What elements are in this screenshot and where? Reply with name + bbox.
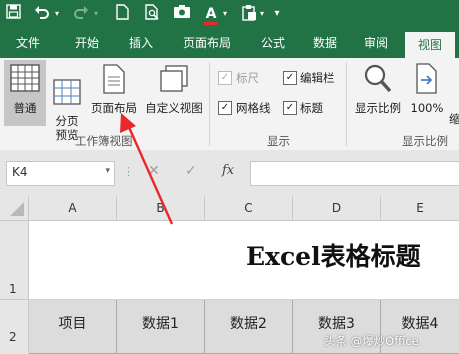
page-layout-view-icon <box>103 64 125 94</box>
tab-formulas[interactable]: 公式 <box>250 29 296 58</box>
tab-page-layout[interactable]: 页面布局 <box>176 29 238 58</box>
gridlines-checkbox[interactable]: ✓ <box>218 101 232 115</box>
page-layout-view-button[interactable]: 页面布局 <box>88 60 140 126</box>
page-break-preview-icon <box>53 79 81 105</box>
header-cell[interactable]: 数据1 <box>117 300 205 354</box>
group-label-zoom: 显示比例 <box>402 134 448 148</box>
new-document-icon[interactable] <box>114 4 130 24</box>
page-layout-view-label: 页面布局 <box>91 101 137 115</box>
redo-icon <box>72 4 90 24</box>
tab-data[interactable]: 数据 <box>302 29 348 58</box>
header-cell[interactable]: 数据2 <box>205 300 293 354</box>
headings-checkbox[interactable]: ✓ <box>283 101 297 115</box>
zoom-100-label: 100% <box>410 101 444 115</box>
row-number: 2 <box>9 330 17 344</box>
zoom-label: 显示比例 <box>355 101 401 115</box>
paste-dropdown-icon[interactable]: ▾ <box>258 4 266 24</box>
font-color-bar <box>204 22 218 25</box>
font-color-letter: A <box>205 6 217 22</box>
custom-views-button[interactable]: 自定义视图 <box>142 60 206 126</box>
zoom-100-icon <box>416 63 437 94</box>
column-header-e[interactable]: E <box>381 196 459 221</box>
row-number: 1 <box>9 282 17 296</box>
redo-dropdown-icon: ▾ <box>93 9 98 18</box>
formula-bar-label: 编辑栏 <box>300 71 335 85</box>
cancel-icon[interactable]: ✕ <box>148 163 160 179</box>
normal-view-label: 普通 <box>13 101 37 115</box>
enter-icon[interactable]: ✓ <box>185 163 197 179</box>
tab-home[interactable]: 开始 <box>64 29 110 58</box>
row-header-2[interactable]: 2 <box>0 300 29 353</box>
column-header-b[interactable]: B <box>117 196 205 221</box>
tab-view[interactable]: 视图 <box>405 32 455 58</box>
quick-access-toolbar: ▾ ▾ A ▾ ▾ ▾ <box>0 0 459 29</box>
group-label-show: 显示 <box>267 134 290 148</box>
print-preview-icon[interactable] <box>143 4 161 24</box>
tab-insert[interactable]: 插入 <box>118 29 164 58</box>
name-box-value: K4 <box>12 165 28 179</box>
font-color-icon[interactable]: A <box>204 4 218 25</box>
tab-review[interactable]: 审阅 <box>353 29 399 58</box>
name-box[interactable]: K4 ▾ <box>6 161 115 186</box>
ribbon-tabs: 文件 开始 插入 页面布局 公式 数据 审阅 视图 <box>0 29 459 58</box>
font-color-dropdown-icon[interactable]: ▾ <box>221 4 229 24</box>
column-header-c[interactable]: C <box>205 196 293 221</box>
zoom-to-selection-button[interactable]: 缩 选 <box>449 60 459 126</box>
watermark-text: 头条 @爆炒Office <box>324 334 419 348</box>
group-label-workbook-views: 工作簿视图 <box>75 134 133 148</box>
ribbon-separator <box>346 62 347 146</box>
name-box-dropdown-icon[interactable]: ▾ <box>105 166 110 176</box>
ribbon-view: 普通 分页 预览 页面布局 自定义视图 工作簿视图 ✓ 标尺 ✓ 编辑栏 ✓ 网… <box>0 58 459 151</box>
undo-dropdown-icon[interactable]: ▾ <box>53 4 61 24</box>
zoom-100-button[interactable]: 100% <box>408 60 446 126</box>
customize-toolbar-icon[interactable]: ▾ <box>270 4 284 24</box>
insert-function-button[interactable]: fx <box>222 163 234 178</box>
magnifier-icon <box>364 64 392 93</box>
normal-view-button[interactable]: 普通 <box>4 60 46 126</box>
sheet-title: Excel表格标题 <box>246 242 421 271</box>
undo-icon[interactable] <box>33 4 51 24</box>
save-icon[interactable] <box>4 4 22 24</box>
page-break-preview-button[interactable]: 分页 预览 <box>48 60 86 142</box>
row-header-1[interactable]: 1 <box>0 221 29 300</box>
custom-views-icon <box>160 65 188 92</box>
zoom-button[interactable]: 显示比例 <box>351 60 405 126</box>
custom-views-label: 自定义视图 <box>145 101 203 115</box>
normal-view-icon <box>10 64 40 92</box>
formula-input[interactable] <box>250 161 459 186</box>
ruler-checkbox: ✓ <box>218 71 232 85</box>
formula-bar-checkbox[interactable]: ✓ <box>283 71 297 85</box>
tab-file[interactable]: 文件 <box>5 29 51 58</box>
formula-bar-grip-icon[interactable]: ⋮ <box>123 165 135 178</box>
title-cell[interactable]: Excel表格标题 <box>29 221 459 300</box>
column-header-a[interactable]: A <box>29 196 117 221</box>
zoom-to-selection-label: 缩 选 <box>449 112 459 126</box>
column-header-d[interactable]: D <box>293 196 381 221</box>
paste-icon[interactable] <box>240 4 258 24</box>
headings-label: 标题 <box>300 101 323 115</box>
ribbon-separator <box>209 62 210 146</box>
header-cell[interactable]: 项目 <box>29 300 117 354</box>
gridlines-label: 网格线 <box>236 101 271 115</box>
ruler-label: 标尺 <box>236 71 259 85</box>
select-all-button[interactable] <box>0 196 29 221</box>
select-all-icon <box>10 202 24 216</box>
camera-icon[interactable] <box>172 4 192 24</box>
